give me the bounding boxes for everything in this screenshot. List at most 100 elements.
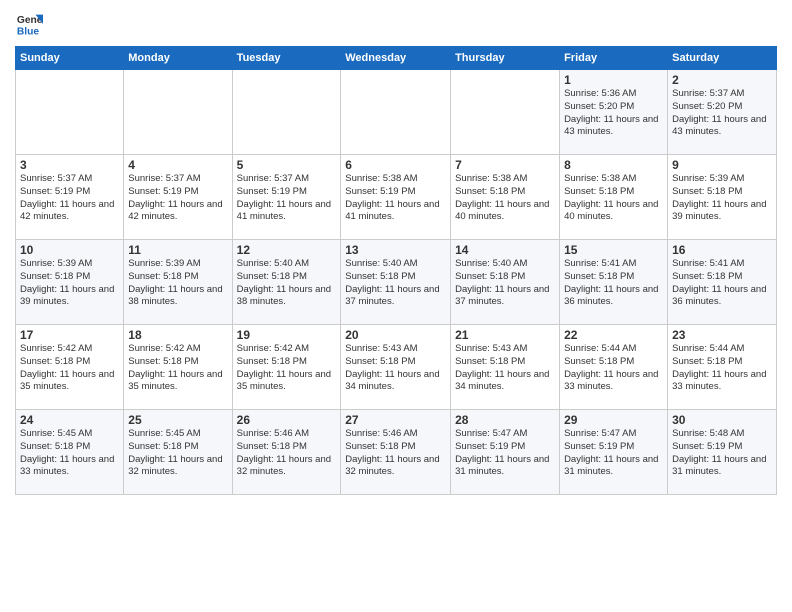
day-info: Sunrise: 5:40 AM Sunset: 5:18 PM Dayligh…	[345, 258, 446, 309]
calendar-cell: 23Sunrise: 5:44 AM Sunset: 5:18 PM Dayli…	[668, 325, 777, 410]
calendar-week-row: 24Sunrise: 5:45 AM Sunset: 5:18 PM Dayli…	[16, 410, 777, 495]
logo-icon: General Blue	[15, 10, 43, 38]
day-number: 22	[564, 328, 663, 342]
calendar-cell: 30Sunrise: 5:48 AM Sunset: 5:19 PM Dayli…	[668, 410, 777, 495]
day-number: 16	[672, 243, 772, 257]
day-info: Sunrise: 5:39 AM Sunset: 5:18 PM Dayligh…	[672, 173, 772, 224]
calendar-cell: 4Sunrise: 5:37 AM Sunset: 5:19 PM Daylig…	[124, 155, 232, 240]
calendar-cell: 22Sunrise: 5:44 AM Sunset: 5:18 PM Dayli…	[560, 325, 668, 410]
weekday-header: Thursday	[451, 47, 560, 70]
day-number: 7	[455, 158, 555, 172]
calendar-cell	[451, 70, 560, 155]
calendar-cell: 8Sunrise: 5:38 AM Sunset: 5:18 PM Daylig…	[560, 155, 668, 240]
day-number: 10	[20, 243, 119, 257]
day-info: Sunrise: 5:38 AM Sunset: 5:18 PM Dayligh…	[564, 173, 663, 224]
day-number: 6	[345, 158, 446, 172]
day-number: 13	[345, 243, 446, 257]
day-number: 15	[564, 243, 663, 257]
calendar-cell: 16Sunrise: 5:41 AM Sunset: 5:18 PM Dayli…	[668, 240, 777, 325]
calendar-week-row: 17Sunrise: 5:42 AM Sunset: 5:18 PM Dayli…	[16, 325, 777, 410]
day-info: Sunrise: 5:42 AM Sunset: 5:18 PM Dayligh…	[128, 343, 227, 394]
day-info: Sunrise: 5:36 AM Sunset: 5:20 PM Dayligh…	[564, 88, 663, 139]
day-number: 9	[672, 158, 772, 172]
page-header: General Blue	[15, 10, 777, 38]
weekday-header: Sunday	[16, 47, 124, 70]
day-number: 20	[345, 328, 446, 342]
calendar-cell: 9Sunrise: 5:39 AM Sunset: 5:18 PM Daylig…	[668, 155, 777, 240]
day-number: 12	[237, 243, 337, 257]
day-number: 1	[564, 73, 663, 87]
calendar-cell: 29Sunrise: 5:47 AM Sunset: 5:19 PM Dayli…	[560, 410, 668, 495]
day-info: Sunrise: 5:46 AM Sunset: 5:18 PM Dayligh…	[237, 428, 337, 479]
day-info: Sunrise: 5:37 AM Sunset: 5:19 PM Dayligh…	[237, 173, 337, 224]
calendar-week-row: 3Sunrise: 5:37 AM Sunset: 5:19 PM Daylig…	[16, 155, 777, 240]
day-info: Sunrise: 5:47 AM Sunset: 5:19 PM Dayligh…	[564, 428, 663, 479]
calendar-cell: 20Sunrise: 5:43 AM Sunset: 5:18 PM Dayli…	[341, 325, 451, 410]
day-info: Sunrise: 5:39 AM Sunset: 5:18 PM Dayligh…	[20, 258, 119, 309]
day-info: Sunrise: 5:45 AM Sunset: 5:18 PM Dayligh…	[128, 428, 227, 479]
day-number: 28	[455, 413, 555, 427]
day-info: Sunrise: 5:38 AM Sunset: 5:19 PM Dayligh…	[345, 173, 446, 224]
calendar-cell: 17Sunrise: 5:42 AM Sunset: 5:18 PM Dayli…	[16, 325, 124, 410]
day-number: 5	[237, 158, 337, 172]
calendar-cell: 19Sunrise: 5:42 AM Sunset: 5:18 PM Dayli…	[232, 325, 341, 410]
day-info: Sunrise: 5:39 AM Sunset: 5:18 PM Dayligh…	[128, 258, 227, 309]
day-number: 19	[237, 328, 337, 342]
day-info: Sunrise: 5:42 AM Sunset: 5:18 PM Dayligh…	[237, 343, 337, 394]
calendar-cell: 28Sunrise: 5:47 AM Sunset: 5:19 PM Dayli…	[451, 410, 560, 495]
weekday-header: Saturday	[668, 47, 777, 70]
calendar-cell: 5Sunrise: 5:37 AM Sunset: 5:19 PM Daylig…	[232, 155, 341, 240]
day-info: Sunrise: 5:47 AM Sunset: 5:19 PM Dayligh…	[455, 428, 555, 479]
day-number: 14	[455, 243, 555, 257]
day-info: Sunrise: 5:37 AM Sunset: 5:20 PM Dayligh…	[672, 88, 772, 139]
day-info: Sunrise: 5:37 AM Sunset: 5:19 PM Dayligh…	[20, 173, 119, 224]
calendar-cell: 24Sunrise: 5:45 AM Sunset: 5:18 PM Dayli…	[16, 410, 124, 495]
calendar-cell: 25Sunrise: 5:45 AM Sunset: 5:18 PM Dayli…	[124, 410, 232, 495]
day-number: 23	[672, 328, 772, 342]
day-info: Sunrise: 5:48 AM Sunset: 5:19 PM Dayligh…	[672, 428, 772, 479]
calendar-cell: 15Sunrise: 5:41 AM Sunset: 5:18 PM Dayli…	[560, 240, 668, 325]
calendar-table: SundayMondayTuesdayWednesdayThursdayFrid…	[15, 46, 777, 495]
day-number: 2	[672, 73, 772, 87]
calendar-header-row: SundayMondayTuesdayWednesdayThursdayFrid…	[16, 47, 777, 70]
day-info: Sunrise: 5:42 AM Sunset: 5:18 PM Dayligh…	[20, 343, 119, 394]
calendar-cell: 18Sunrise: 5:42 AM Sunset: 5:18 PM Dayli…	[124, 325, 232, 410]
calendar-cell: 3Sunrise: 5:37 AM Sunset: 5:19 PM Daylig…	[16, 155, 124, 240]
day-number: 18	[128, 328, 227, 342]
calendar-week-row: 10Sunrise: 5:39 AM Sunset: 5:18 PM Dayli…	[16, 240, 777, 325]
weekday-header: Wednesday	[341, 47, 451, 70]
day-number: 4	[128, 158, 227, 172]
calendar-week-row: 1Sunrise: 5:36 AM Sunset: 5:20 PM Daylig…	[16, 70, 777, 155]
day-number: 26	[237, 413, 337, 427]
day-info: Sunrise: 5:37 AM Sunset: 5:19 PM Dayligh…	[128, 173, 227, 224]
weekday-header: Friday	[560, 47, 668, 70]
day-number: 3	[20, 158, 119, 172]
day-number: 8	[564, 158, 663, 172]
day-info: Sunrise: 5:40 AM Sunset: 5:18 PM Dayligh…	[237, 258, 337, 309]
day-number: 27	[345, 413, 446, 427]
calendar-cell: 13Sunrise: 5:40 AM Sunset: 5:18 PM Dayli…	[341, 240, 451, 325]
day-info: Sunrise: 5:41 AM Sunset: 5:18 PM Dayligh…	[672, 258, 772, 309]
day-number: 25	[128, 413, 227, 427]
day-info: Sunrise: 5:44 AM Sunset: 5:18 PM Dayligh…	[672, 343, 772, 394]
day-info: Sunrise: 5:46 AM Sunset: 5:18 PM Dayligh…	[345, 428, 446, 479]
weekday-header: Monday	[124, 47, 232, 70]
day-info: Sunrise: 5:43 AM Sunset: 5:18 PM Dayligh…	[345, 343, 446, 394]
day-number: 30	[672, 413, 772, 427]
calendar-cell: 27Sunrise: 5:46 AM Sunset: 5:18 PM Dayli…	[341, 410, 451, 495]
day-info: Sunrise: 5:44 AM Sunset: 5:18 PM Dayligh…	[564, 343, 663, 394]
calendar-cell: 2Sunrise: 5:37 AM Sunset: 5:20 PM Daylig…	[668, 70, 777, 155]
day-info: Sunrise: 5:38 AM Sunset: 5:18 PM Dayligh…	[455, 173, 555, 224]
day-number: 24	[20, 413, 119, 427]
calendar-cell: 26Sunrise: 5:46 AM Sunset: 5:18 PM Dayli…	[232, 410, 341, 495]
calendar-cell: 7Sunrise: 5:38 AM Sunset: 5:18 PM Daylig…	[451, 155, 560, 240]
logo: General Blue	[15, 10, 43, 38]
day-info: Sunrise: 5:45 AM Sunset: 5:18 PM Dayligh…	[20, 428, 119, 479]
day-number: 21	[455, 328, 555, 342]
calendar-cell	[341, 70, 451, 155]
calendar-cell: 6Sunrise: 5:38 AM Sunset: 5:19 PM Daylig…	[341, 155, 451, 240]
calendar-cell	[16, 70, 124, 155]
day-info: Sunrise: 5:43 AM Sunset: 5:18 PM Dayligh…	[455, 343, 555, 394]
weekday-header: Tuesday	[232, 47, 341, 70]
calendar-cell: 21Sunrise: 5:43 AM Sunset: 5:18 PM Dayli…	[451, 325, 560, 410]
